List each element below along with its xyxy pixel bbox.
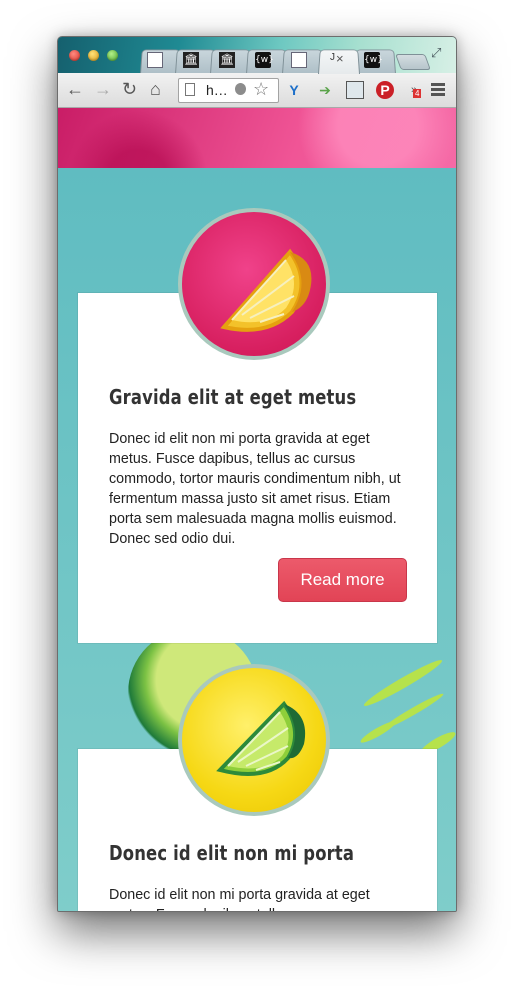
address-text: h… [206, 82, 228, 98]
card-text: Donec id elit non mi porta gravida at eg… [109, 887, 370, 911]
address-bar[interactable]: h… ☆ [178, 78, 279, 103]
page-icon [291, 52, 307, 68]
minimize-window-button[interactable] [88, 50, 99, 61]
wordpress-w-icon: {w} [364, 52, 383, 68]
bookmark-star-icon[interactable]: ☆ [253, 79, 269, 100]
card-text: Donec id elit non mi porta gravida at eg… [109, 431, 401, 547]
lemon-slice-icon [178, 208, 330, 360]
splash-decoration [358, 718, 398, 746]
close-tab-icon[interactable]: × [336, 51, 344, 67]
pinterest-icon[interactable]: P [376, 81, 394, 99]
reload-icon[interactable]: ↻ [122, 79, 137, 99]
y-extension-icon[interactable]: Y [285, 81, 303, 99]
badge-extension-icon[interactable]: »4 [405, 81, 423, 99]
page-content: Gravida elit at eget metus Donec id elit… [58, 108, 456, 911]
bank-icon: 🏛 [183, 52, 199, 68]
home-icon[interactable]: ⌂ [150, 79, 161, 99]
bank-icon: 🏛 [219, 52, 235, 68]
back-arrow-icon[interactable]: ← [66, 79, 84, 99]
lime-slice-icon [178, 664, 330, 816]
page-icon [185, 83, 195, 96]
forward-extension-icon[interactable]: ➔ [316, 81, 334, 99]
read-more-button[interactable]: Read more [278, 558, 407, 602]
page-icon [147, 52, 163, 68]
card-title: Donec id elit non mi porta [109, 841, 355, 865]
card-title: Gravida elit at eget metus [109, 385, 357, 409]
active-tab-title: J [330, 52, 335, 63]
menu-icon[interactable] [431, 81, 445, 99]
forward-arrow-icon[interactable]: → [94, 79, 112, 99]
tab-extension-icon[interactable] [346, 81, 364, 99]
browser-window: 🏛 🏛 {w} J × {w} ⤢ ← → ↻ ⌂ h… ☆ Y ➔ P »4 [57, 36, 457, 912]
browser-toolbar: ← → ↻ ⌂ h… ☆ Y ➔ P »4 [58, 73, 456, 108]
fullscreen-icon[interactable]: ⤢ [431, 45, 441, 61]
tab-strip: 🏛 🏛 {w} J × {w} ⤢ [58, 37, 456, 74]
new-tab-button[interactable] [395, 54, 431, 70]
wordpress-w-icon: {w} [255, 52, 274, 68]
hero-banner [58, 108, 456, 168]
zoom-window-button[interactable] [107, 50, 118, 61]
close-window-button[interactable] [69, 50, 80, 61]
lightbulb-icon[interactable] [235, 83, 246, 95]
